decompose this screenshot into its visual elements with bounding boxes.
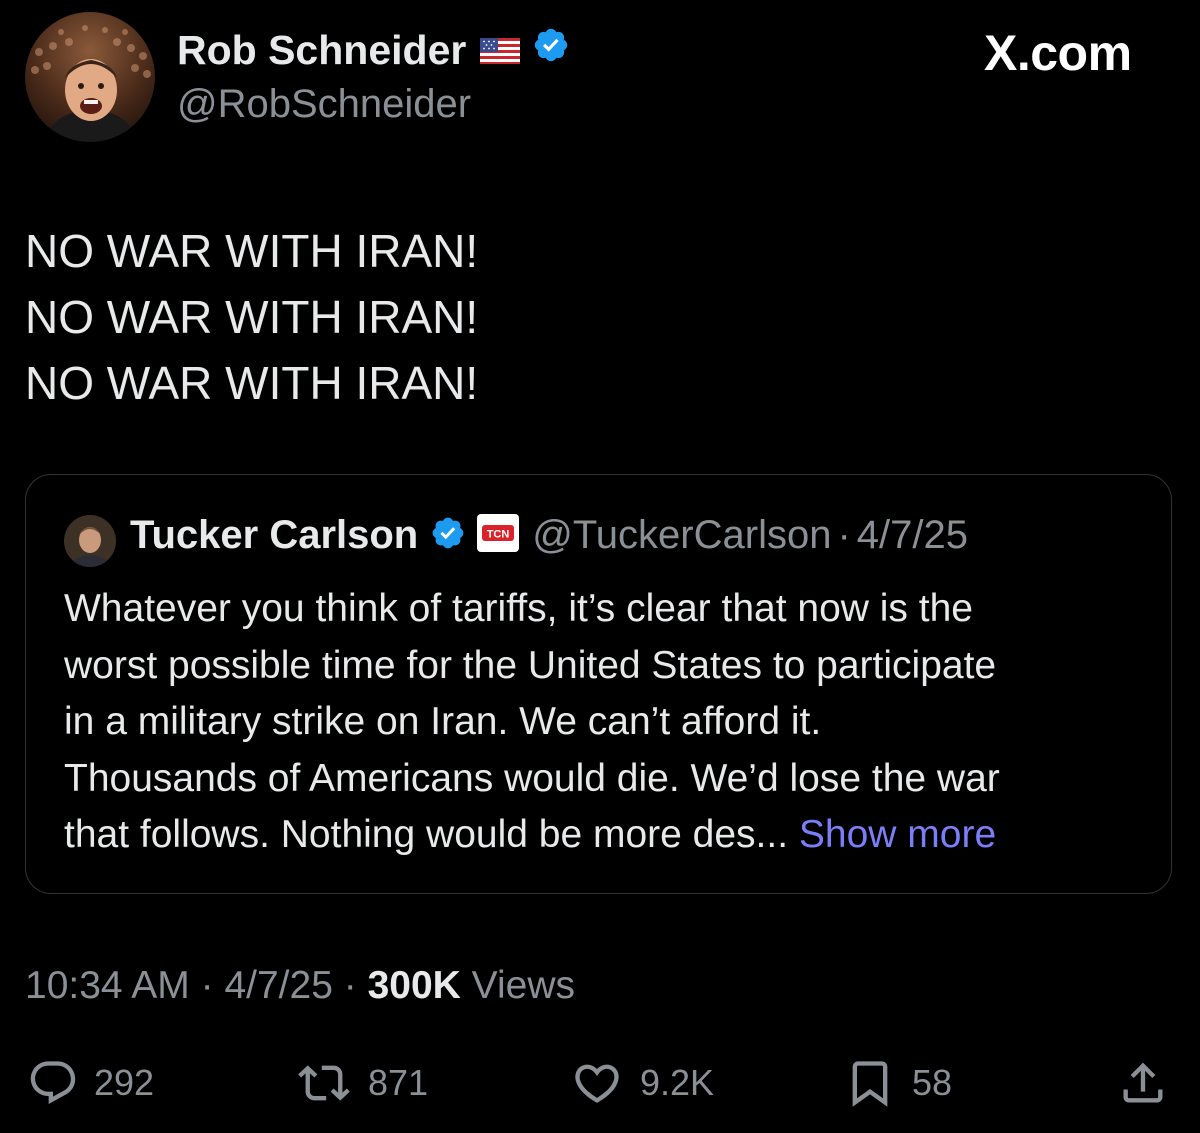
- tweet-line: NO WAR WITH IRAN!: [25, 291, 479, 343]
- quoted-line: that follows. Nothing would be more des.…: [64, 813, 789, 856]
- like-count: 9.2K: [640, 1062, 715, 1103]
- quoted-author-avatar[interactable]: [64, 515, 116, 567]
- repost-button[interactable]: 871: [294, 1055, 428, 1111]
- verified-badge-icon[interactable]: [430, 515, 466, 556]
- verified-badge-icon[interactable]: [532, 26, 570, 74]
- tcn-affiliate-badge[interactable]: TCN: [476, 513, 520, 558]
- separator-dot: ·: [343, 964, 357, 1007]
- author-avatar[interactable]: [25, 12, 155, 142]
- tweet-meta: 10:34 AM · 4/7/25 · 300K Views: [25, 964, 575, 1008]
- tweet-line: NO WAR WITH IRAN!: [25, 357, 479, 409]
- like-button[interactable]: 9.2K: [568, 1055, 714, 1111]
- separator-dot: ·: [837, 513, 851, 557]
- reply-count: 292: [94, 1062, 155, 1103]
- quoted-handle[interactable]: @TuckerCarlson: [532, 513, 831, 558]
- quoted-tweet-text: Whatever you think of tariffs, it’s clea…: [64, 581, 1154, 864]
- author-name-row[interactable]: Rob Schneider: [177, 26, 570, 74]
- quoted-line: in a military strike on Iran. We can’t a…: [64, 700, 822, 743]
- tweet-text: NO WAR WITH IRAN! NO WAR WITH IRAN! NO W…: [25, 218, 478, 416]
- heart-icon: [575, 1064, 619, 1103]
- quoted-line-last: that follows. Nothing would be more des.…: [64, 807, 1154, 864]
- repost-count: 871: [368, 1062, 429, 1103]
- separator-dot: ·: [200, 964, 214, 1007]
- quoted-tweet-card[interactable]: Tucker Carlson TCN @TuckerCarlson · 4/7/…: [25, 474, 1172, 894]
- repost-icon: [298, 1065, 350, 1101]
- quoted-line: worst possible time for the United State…: [64, 643, 997, 687]
- brand-logo: X.com: [984, 25, 1132, 81]
- tweet-time[interactable]: 10:34 AM: [25, 964, 190, 1007]
- quoted-line: Whatever you think of tariffs, it’s clea…: [64, 587, 973, 630]
- tweet-line: NO WAR WITH IRAN!: [25, 225, 479, 277]
- quoted-header: Tucker Carlson TCN @TuckerCarlson · 4/7/…: [130, 513, 968, 558]
- tweet-date[interactable]: 4/7/25: [224, 964, 332, 1007]
- share-icon: [1123, 1062, 1163, 1103]
- views-label: Views: [471, 964, 575, 1007]
- author-handle[interactable]: @RobSchneider: [177, 82, 471, 127]
- us-flag-icon: [480, 27, 521, 74]
- show-more-link[interactable]: Show more: [799, 813, 996, 856]
- quoted-line: Thousands of Americans would die. We’d l…: [64, 756, 1000, 800]
- reply-icon: [30, 1061, 76, 1105]
- bookmark-icon: [852, 1061, 888, 1107]
- bookmark-count: 58: [912, 1062, 953, 1103]
- author-display-name[interactable]: Rob Schneider: [177, 27, 466, 74]
- bookmark-button[interactable]: 58: [842, 1055, 952, 1111]
- share-button[interactable]: [1116, 1055, 1170, 1111]
- quoted-display-name[interactable]: Tucker Carlson: [130, 513, 418, 558]
- tcn-badge-label: TCN: [487, 529, 510, 541]
- views-count: 300K: [367, 964, 461, 1007]
- quoted-date[interactable]: 4/7/25: [857, 513, 968, 558]
- reply-button[interactable]: 292: [26, 1055, 154, 1111]
